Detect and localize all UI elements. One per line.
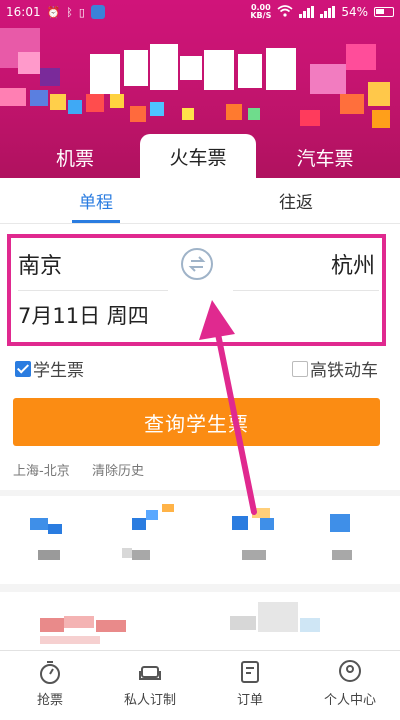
feature-grid [0,496,400,584]
bluetooth-icon: ᛒ [66,5,73,19]
nav-label: 个人中心 [323,693,376,708]
tab-flights[interactable]: 机票 [0,136,150,178]
sofa-icon [139,666,161,680]
arrival-city[interactable]: 杭州 [331,248,375,280]
trip-type-tabs: 单程 往返 [0,178,400,223]
document-icon [241,661,259,683]
nav-grab-tickets[interactable]: 抢票 [0,651,100,711]
app-notification-icon [90,5,105,19]
swap-icon [188,256,206,272]
departure-underline [18,290,168,291]
nav-label: 订单 [236,693,263,708]
user-icon [339,660,361,682]
high-speed-label: 高铁动车 [310,361,378,381]
nav-label: 私人订制 [123,693,176,708]
nav-profile[interactable]: 个人中心 [300,651,400,711]
tab-bus[interactable]: 汽车票 [250,136,400,178]
search-panel: 单程 往返 南京 杭州 7月11日 周四 学生票 高铁动车 查询学生票 上海-北… [0,178,400,490]
bottom-navigation: 抢票 私人订制 订单 个人中心 [0,650,400,720]
banner-image [0,24,400,134]
nav-custom[interactable]: 私人订制 [100,651,200,711]
feature-item[interactable] [200,496,300,584]
wifi-icon [277,5,293,19]
net-speed: 0.00 KB/S [250,4,271,20]
student-ticket-checkbox[interactable]: 学生票 [15,356,84,381]
status-time: 16:01 [6,5,41,19]
departure-city[interactable]: 南京 [18,248,62,280]
net-speed-unit: KB/S [250,11,272,20]
stopwatch-icon [40,661,60,684]
transport-mode-tabs: 机票 汽车票 火车票 [0,134,400,178]
divider [0,223,400,224]
tab-train[interactable]: 火车票 [140,134,256,178]
route-highlight-box: 南京 杭州 7月11日 周四 [7,234,386,346]
feature-item[interactable] [0,496,100,584]
alarm-icon: ⏰ [46,5,61,19]
status-bar: 16:01 ⏰ ᛒ ▯ 0.00 KB/S 54% [0,0,400,24]
student-ticket-label: 学生票 [33,361,84,381]
high-speed-checkbox[interactable]: 高铁动车 [292,356,378,381]
battery-icon [374,7,394,17]
signal-icon [299,6,315,18]
promo-banner[interactable] [0,592,400,650]
arrival-underline [233,290,379,291]
history-item[interactable]: 上海-北京 [13,460,70,479]
clear-history-link[interactable]: 清除历史 [92,460,144,479]
top-banner: 16:01 ⏰ ᛒ ▯ 0.00 KB/S 54% 机票 汽车票 火车票 [0,0,400,178]
nav-label: 抢票 [36,693,63,708]
tab-one-way[interactable]: 单程 [50,178,142,222]
checkbox-checked-icon [15,360,31,377]
feature-item[interactable] [100,496,200,584]
app-screen: 16:01 ⏰ ᛒ ▯ 0.00 KB/S 54% 机票 汽车票 火车票 单程 … [0,0,400,720]
feature-item[interactable] [300,496,400,584]
battery-percent: 54% [341,5,368,19]
checkbox-unchecked-icon [292,360,308,377]
tab-round-trip[interactable]: 往返 [250,178,342,222]
signal-icon-2 [320,6,336,18]
departure-date[interactable]: 7月11日 周四 [18,300,149,330]
nav-orders[interactable]: 订单 [200,651,300,711]
swap-cities-button[interactable] [181,248,213,280]
search-student-tickets-button[interactable]: 查询学生票 [13,398,380,446]
vibrate-icon: ▯ [78,5,85,19]
